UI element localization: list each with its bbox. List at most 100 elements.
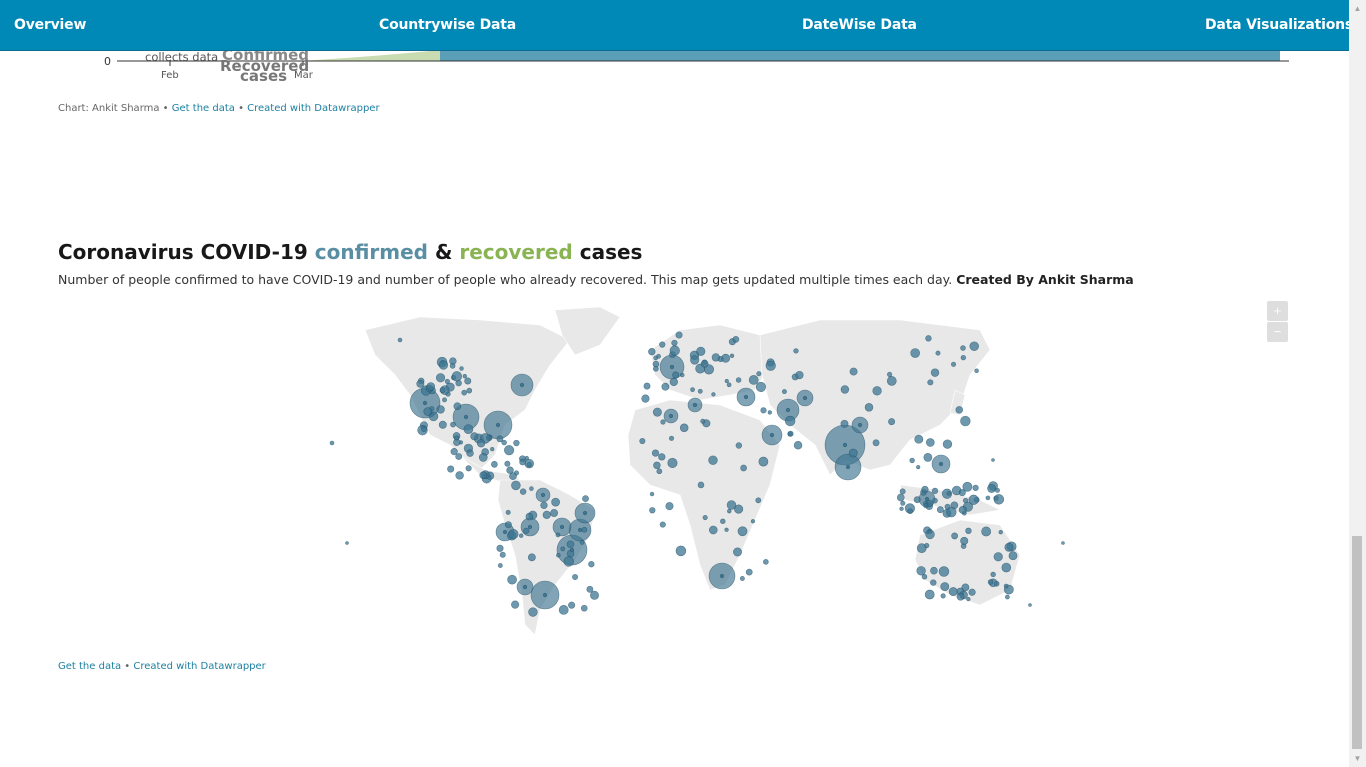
- case-bubble: [711, 392, 716, 397]
- credit-author: Chart: Ankit Sharma: [58, 103, 160, 114]
- case-bubble: [938, 566, 950, 577]
- world-map[interactable]: [300, 295, 1080, 645]
- case-bubble: [966, 597, 971, 602]
- case-bubble: [930, 579, 937, 586]
- case-bubble: [767, 410, 772, 415]
- case-bubble: [745, 568, 753, 576]
- case-bubble: [1004, 542, 1014, 552]
- case-bubble-center: [842, 442, 848, 448]
- case-bubble: [724, 527, 729, 532]
- case-bubble: [899, 488, 906, 495]
- case-bubble: [740, 464, 747, 472]
- scroll-down-icon[interactable]: ▼: [1349, 750, 1366, 767]
- case-bubble: [960, 354, 967, 361]
- case-bubble: [506, 466, 514, 474]
- map-datawrapper-link[interactable]: Created with Datawrapper: [133, 661, 265, 672]
- case-bubble: [760, 407, 767, 414]
- case-bubble: [735, 377, 742, 383]
- case-bubble: [659, 341, 666, 348]
- case-bubble: [504, 521, 512, 529]
- case-bubble: [649, 507, 656, 514]
- nav-overview[interactable]: Overview: [14, 17, 86, 33]
- case-bubble: [450, 448, 458, 456]
- case-bubble: [932, 497, 938, 504]
- case-bubble: [951, 532, 959, 540]
- nav-data-visualizations[interactable]: Data Visualizations: [1205, 17, 1353, 33]
- scroll-thumb[interactable]: [1352, 536, 1362, 749]
- case-bubble: [886, 371, 893, 378]
- case-bubble: [930, 566, 938, 575]
- case-bubble: [439, 387, 446, 394]
- case-bubble: [755, 381, 766, 392]
- case-bubble: [756, 371, 762, 377]
- case-bubble: [490, 447, 495, 452]
- case-bubble-center: [577, 527, 583, 533]
- case-bubble: [665, 502, 674, 511]
- datawrapper-link[interactable]: Created with Datawrapper: [247, 103, 379, 114]
- recovered-area: [300, 50, 440, 61]
- case-bubble: [679, 423, 689, 433]
- title-recovered: recovered: [459, 240, 573, 264]
- case-bubble: [849, 367, 858, 376]
- case-bubble: [946, 506, 957, 518]
- nav-countrywise-data[interactable]: Countrywise Data: [379, 17, 516, 33]
- case-bubble: [652, 407, 662, 417]
- case-bubble: [660, 419, 666, 425]
- case-bubble: [466, 387, 473, 394]
- navbar: Overview Countrywise Data DateWise Data …: [0, 0, 1353, 51]
- case-bubble: [652, 365, 659, 372]
- case-bubble: [450, 421, 456, 428]
- case-bubble: [872, 439, 880, 447]
- case-bubble: [504, 460, 511, 467]
- case-bubble: [656, 353, 661, 359]
- page-scrollbar[interactable]: ▲ ▼: [1349, 0, 1366, 767]
- title-confirmed: confirmed: [314, 240, 428, 264]
- case-bubble: [524, 455, 529, 461]
- case-bubble: [442, 397, 447, 403]
- case-bubble: [540, 501, 548, 509]
- case-bubble: [455, 453, 463, 460]
- case-bubble: [910, 348, 921, 358]
- case-bubble: [972, 484, 979, 491]
- case-bubble-center: [540, 492, 546, 498]
- case-bubble: [935, 350, 941, 356]
- x-tick-mar: Mar: [294, 70, 313, 81]
- case-bubble: [793, 348, 799, 354]
- case-bubble-center: [463, 414, 469, 420]
- case-bubble: [748, 375, 759, 385]
- case-bubble: [927, 379, 934, 386]
- case-bubble: [733, 547, 743, 557]
- case-bubble: [438, 420, 447, 429]
- zoom-in-button[interactable]: +: [1267, 301, 1288, 321]
- case-bubble: [962, 481, 973, 492]
- case-bubble: [436, 405, 445, 414]
- zoom-out-button[interactable]: −: [1267, 322, 1288, 342]
- case-bubble: [998, 529, 1003, 535]
- case-bubble: [981, 526, 992, 537]
- nav-datewise-data[interactable]: DateWise Data: [802, 17, 917, 33]
- case-bubble: [907, 508, 913, 515]
- case-bubble: [648, 348, 656, 356]
- case-bubble: [551, 497, 560, 507]
- case-bubble: [968, 494, 979, 505]
- case-bubble: [459, 366, 464, 371]
- case-bubble: [669, 345, 680, 356]
- case-bubble: [840, 385, 850, 394]
- case-bubble: [961, 583, 970, 592]
- case-bubble: [925, 335, 932, 342]
- scroll-up-icon[interactable]: ▲: [1349, 0, 1366, 17]
- case-bubble: [667, 457, 678, 469]
- map-credit: Get the data • Created with Datawrapper: [58, 661, 266, 672]
- case-bubble: [649, 491, 655, 497]
- map-get-data-link[interactable]: Get the data: [58, 661, 121, 672]
- case-bubble-center: [502, 529, 508, 535]
- case-bubble: [421, 426, 427, 432]
- case-bubble: [588, 561, 595, 568]
- case-bubble: [968, 588, 976, 596]
- get-data-link[interactable]: Get the data: [172, 103, 235, 114]
- case-bubble: [735, 442, 743, 449]
- case-bubble: [721, 353, 731, 363]
- case-bubble: [930, 368, 940, 377]
- case-bubble: [345, 541, 349, 545]
- case-bubble: [453, 438, 461, 446]
